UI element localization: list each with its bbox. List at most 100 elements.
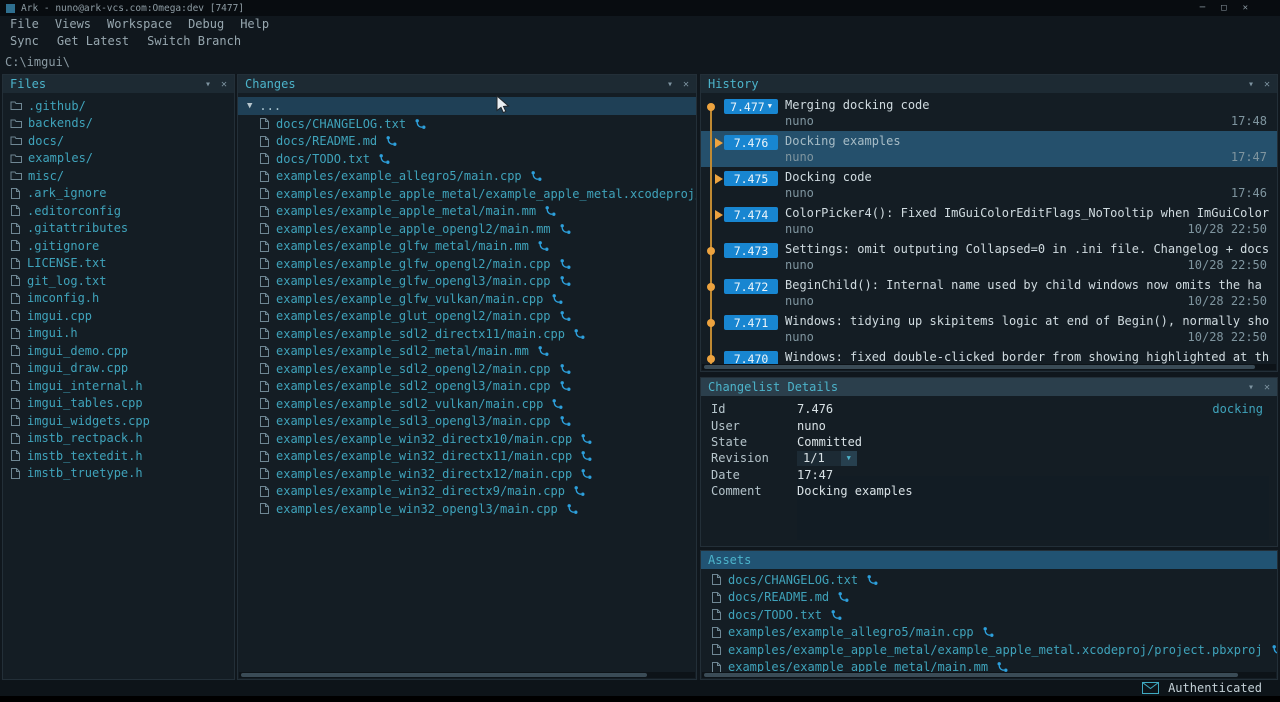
file-row[interactable]: imgui_demo.cpp	[3, 342, 234, 360]
revision-badge[interactable]: 7.471	[724, 315, 778, 330]
file-row[interactable]: misc/	[3, 167, 234, 185]
history-commit-row[interactable]: 7.470Windows: fixed double-clicked borde…	[701, 347, 1277, 364]
assets-hscrollbar[interactable]	[702, 672, 1276, 678]
file-row[interactable]: imgui_internal.h	[3, 377, 234, 395]
file-row[interactable]: imgui_widgets.cpp	[3, 412, 234, 430]
file-row[interactable]: .editorconfig	[3, 202, 234, 220]
change-row[interactable]: examples/example_apple_opengl2/main.mm	[238, 220, 696, 238]
hscrollbar-thumb[interactable]	[241, 673, 647, 677]
change-row[interactable]: examples/example_glfw_opengl2/main.cpp	[238, 255, 696, 273]
file-row[interactable]: .gitignore	[3, 237, 234, 255]
change-row[interactable]: examples/example_sdl2_directx11/main.cpp	[238, 325, 696, 343]
history-commit-row[interactable]: 7.474ColorPicker4(): Fixed ImGuiColorEdi…	[701, 203, 1277, 239]
toolbar-button-sync[interactable]: Sync	[1, 34, 48, 48]
change-row[interactable]: examples/example_sdl3_opengl3/main.cpp	[238, 413, 696, 431]
menu-debug[interactable]: Debug	[180, 17, 232, 31]
maximize-icon[interactable]: □	[1221, 3, 1226, 13]
history-commit-row[interactable]: 7.472BeginChild(): Internal name used by…	[701, 275, 1277, 311]
change-row[interactable]: examples/example_win32_directx11/main.cp…	[238, 448, 696, 466]
file-row[interactable]: imgui.h	[3, 325, 234, 343]
history-commit-row[interactable]: 7.476Docking examplesnuno17:47	[701, 131, 1277, 167]
asset-row[interactable]: docs/CHANGELOG.txt	[701, 571, 1277, 589]
file-row[interactable]: imconfig.h	[3, 290, 234, 308]
file-row[interactable]: imstb_textedit.h	[3, 447, 234, 465]
revision-badge[interactable]: 7.472	[724, 279, 778, 294]
asset-row[interactable]: docs/README.md	[701, 589, 1277, 607]
filter-icon[interactable]: ▾	[1248, 79, 1254, 90]
history-commit-row[interactable]: 7.471Windows: tidying up skipitems logic…	[701, 311, 1277, 347]
files-list: .github/backends/docs/examples/misc/.ark…	[3, 93, 234, 482]
history-commit-row[interactable]: 7.473Settings: omit outputing Collapsed=…	[701, 239, 1277, 275]
file-icon	[259, 240, 270, 253]
file-row[interactable]: imgui_tables.cpp	[3, 395, 234, 413]
change-row[interactable]: docs/README.md	[238, 133, 696, 151]
assets-panel-header[interactable]: Assets	[701, 551, 1277, 569]
change-row[interactable]: docs/CHANGELOG.txt	[238, 115, 696, 133]
file-row[interactable]: imgui_draw.cpp	[3, 360, 234, 378]
file-row[interactable]: .ark_ignore	[3, 185, 234, 203]
file-row[interactable]: .gitattributes	[3, 220, 234, 238]
close-panel-icon[interactable]: ✕	[1264, 79, 1270, 90]
menu-workspace[interactable]: Workspace	[99, 17, 180, 31]
menu-views[interactable]: Views	[47, 17, 99, 31]
close-panel-icon[interactable]: ✕	[221, 79, 227, 90]
change-row[interactable]: examples/example_win32_directx12/main.cp…	[238, 465, 696, 483]
auth-status: Authenticated	[1168, 681, 1262, 695]
change-row[interactable]: docs/TODO.txt	[238, 150, 696, 168]
close-panel-icon[interactable]: ✕	[683, 79, 689, 90]
history-hscrollbar[interactable]	[702, 364, 1276, 370]
changes-tree-root[interactable]: ▼ ...	[238, 97, 696, 115]
file-row[interactable]: imstb_truetype.h	[3, 465, 234, 483]
revision-badge[interactable]: 7.470	[724, 351, 778, 364]
file-row[interactable]: git_log.txt	[3, 272, 234, 290]
change-row[interactable]: examples/example_apple_metal/example_app…	[238, 185, 696, 203]
menu-file[interactable]: File	[2, 17, 47, 31]
change-row[interactable]: examples/example_win32_directx10/main.cp…	[238, 430, 696, 448]
revision-badge[interactable]: 7.475	[724, 171, 778, 186]
change-row[interactable]: examples/example_sdl2_vulkan/main.cpp	[238, 395, 696, 413]
change-row[interactable]: examples/example_allegro5/main.cpp	[238, 168, 696, 186]
toolbar-button-get-latest[interactable]: Get Latest	[48, 34, 138, 48]
change-row[interactable]: examples/example_sdl2_opengl2/main.cpp	[238, 360, 696, 378]
change-row[interactable]: examples/example_glut_opengl2/main.cpp	[238, 308, 696, 326]
filter-icon[interactable]: ▾	[205, 79, 211, 90]
change-row[interactable]: examples/example_apple_metal/main.mm	[238, 203, 696, 221]
file-row[interactable]: imstb_rectpack.h	[3, 430, 234, 448]
history-commit-row[interactable]: 7.475Docking codenuno17:46	[701, 167, 1277, 203]
history-commit-row[interactable]: 7.477▼Merging docking codenuno17:48	[701, 95, 1277, 131]
revision-badge[interactable]: 7.473	[724, 243, 778, 258]
change-row[interactable]: examples/example_glfw_opengl3/main.cpp	[238, 273, 696, 291]
hscrollbar-thumb[interactable]	[704, 673, 1238, 677]
commit-meta: nuno17:46	[785, 186, 1267, 201]
file-row[interactable]: .github/	[3, 97, 234, 115]
close-icon[interactable]: ✕	[1243, 3, 1248, 13]
close-panel-icon[interactable]: ✕	[1264, 382, 1270, 393]
revision-badge[interactable]: 7.477▼	[724, 99, 778, 114]
combo-arrow-icon[interactable]: ▼	[841, 451, 857, 466]
file-row[interactable]: imgui.cpp	[3, 307, 234, 325]
filter-icon[interactable]: ▾	[667, 79, 673, 90]
change-row[interactable]: examples/example_sdl2_opengl3/main.cpp	[238, 378, 696, 396]
revision-badge[interactable]: 7.474	[724, 207, 778, 222]
menu-help[interactable]: Help	[232, 17, 277, 31]
change-row[interactable]: examples/example_glfw_metal/main.mm	[238, 238, 696, 256]
changes-hscrollbar[interactable]	[239, 672, 695, 678]
file-row[interactable]: backends/	[3, 115, 234, 133]
asset-row[interactable]: examples/example_allegro5/main.cpp	[701, 624, 1277, 642]
change-row[interactable]: examples/example_sdl2_metal/main.mm	[238, 343, 696, 361]
file-row[interactable]: examples/	[3, 150, 234, 168]
change-row[interactable]: examples/example_win32_directx9/main.cpp	[238, 483, 696, 501]
change-row[interactable]: examples/example_glfw_vulkan/main.cpp	[238, 290, 696, 308]
expander-icon[interactable]: ▼	[247, 101, 252, 111]
toolbar-button-switch-branch[interactable]: Switch Branch	[138, 34, 250, 48]
change-row[interactable]: examples/example_win32_opengl3/main.cpp	[238, 500, 696, 518]
hscrollbar-thumb[interactable]	[704, 365, 1255, 369]
file-row[interactable]: docs/	[3, 132, 234, 150]
minimize-icon[interactable]: ─	[1200, 3, 1205, 13]
revision-combo[interactable]: 1/1 ▼	[797, 451, 857, 466]
asset-row[interactable]: examples/example_apple_metal/example_app…	[701, 641, 1277, 659]
revision-badge[interactable]: 7.476	[724, 135, 778, 150]
asset-row[interactable]: docs/TODO.txt	[701, 606, 1277, 624]
file-row[interactable]: LICENSE.txt	[3, 255, 234, 273]
filter-icon[interactable]: ▾	[1248, 382, 1254, 393]
